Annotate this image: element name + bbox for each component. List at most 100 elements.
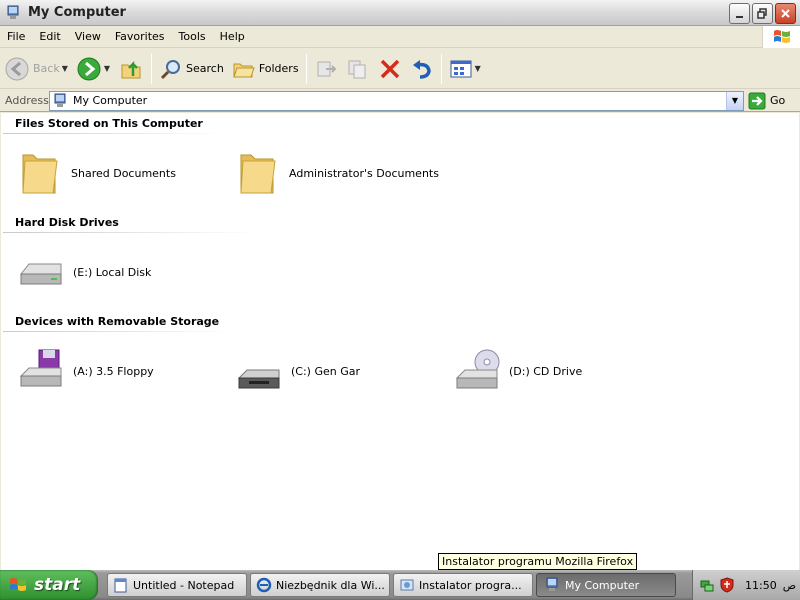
copy-to-button[interactable] xyxy=(342,52,374,86)
notepad-icon xyxy=(114,578,127,593)
search-label: Search xyxy=(186,62,224,75)
move-to-icon xyxy=(317,61,336,76)
file-list-pane[interactable]: Files Stored on This Computer Shared Doc… xyxy=(1,113,799,570)
floppy-drive-icon xyxy=(19,349,62,387)
minimize-button[interactable] xyxy=(729,3,750,24)
folder-icon xyxy=(240,154,276,194)
folders-icon xyxy=(233,63,255,77)
item-label: (D:) CD Drive xyxy=(509,364,583,378)
computer-icon xyxy=(7,5,19,19)
up-folder-button[interactable] xyxy=(114,52,148,86)
task-notepad[interactable]: Untitled - Notepad xyxy=(107,573,247,597)
back-dropdown-icon[interactable]: ▼ xyxy=(62,64,68,73)
toolbar-separator xyxy=(440,53,442,84)
address-bar: Address My Computer ▼ Go xyxy=(0,90,800,112)
group-title-files: Files Stored on This Computer xyxy=(15,117,203,130)
go-label: Go xyxy=(770,94,786,107)
internet-explorer-icon xyxy=(256,577,272,593)
group-divider xyxy=(3,133,223,134)
removable-drive-icon xyxy=(237,369,280,389)
forward-button[interactable]: ▼ xyxy=(72,52,114,86)
group-title-hard-disks: Hard Disk Drives xyxy=(15,216,119,229)
network-icon[interactable] xyxy=(699,577,715,593)
menu-favorites[interactable]: Favorites xyxy=(108,26,172,48)
views-icon xyxy=(450,60,472,77)
delete-x-icon xyxy=(380,59,399,78)
item-removable-c[interactable]: (C:) Gen Gar xyxy=(235,346,360,396)
task-label: Niezbędnik dla Wi... xyxy=(276,578,385,592)
item-label: Administrator's Documents xyxy=(289,166,439,180)
up-folder-icon xyxy=(121,60,141,78)
folders-button[interactable]: Folders xyxy=(228,52,303,86)
item-floppy-a[interactable]: (A:) 3.5 Floppy xyxy=(17,346,154,396)
task-firefox-installer[interactable]: Instalator progra... xyxy=(393,573,533,597)
menu-file[interactable]: File xyxy=(0,26,32,48)
folders-label: Folders xyxy=(258,62,299,75)
cd-drive-icon xyxy=(455,349,500,389)
toolbar-separator xyxy=(151,53,153,84)
group-title-removable: Devices with Removable Storage xyxy=(15,315,220,328)
start-label: start xyxy=(34,575,81,595)
taskbar: start Untitled - Notepad Niezbędnik dla … xyxy=(0,570,800,600)
group-divider xyxy=(3,331,235,332)
task-label: Untitled - Notepad xyxy=(133,578,235,592)
close-button[interactable] xyxy=(775,3,796,24)
search-button[interactable]: Search xyxy=(155,52,228,86)
folder-icon xyxy=(22,154,58,194)
address-input[interactable]: My Computer ▼ xyxy=(49,90,744,111)
item-label: (E:) Local Disk xyxy=(73,265,152,279)
address-label: Address xyxy=(5,94,49,107)
views-button[interactable]: ▼ xyxy=(445,52,485,86)
item-label: Shared Documents xyxy=(71,166,176,180)
computer-icon xyxy=(54,93,66,107)
copy-to-icon xyxy=(348,60,366,78)
title-bar[interactable]: My Computer xyxy=(0,0,800,26)
back-label: Back xyxy=(33,62,60,75)
item-label: (C:) Gen Gar xyxy=(291,364,361,378)
item-shared-documents[interactable]: Shared Documents xyxy=(17,148,176,198)
menu-bar: File Edit View Favorites Tools Help xyxy=(0,26,800,48)
hard-disk-icon xyxy=(19,263,62,285)
taskbar-tooltip: Instalator programu Mozilla Firefox xyxy=(438,553,638,570)
standard-toolbar: Back ▼ ▼ Search Folders ▼ xyxy=(0,49,800,89)
address-dropdown-button[interactable]: ▼ xyxy=(726,91,743,110)
item-administrators-documents[interactable]: Administrator's Documents xyxy=(235,148,439,198)
go-arrow-icon xyxy=(748,92,766,109)
chevron-down-icon: ▼ xyxy=(731,96,739,105)
item-local-disk-e[interactable]: (E:) Local Disk xyxy=(17,247,151,297)
forward-arrow-icon xyxy=(77,57,101,80)
back-button[interactable]: Back ▼ xyxy=(0,52,72,86)
window-title: My Computer xyxy=(28,5,126,20)
toolbar-separator xyxy=(305,53,307,84)
menu-help[interactable]: Help xyxy=(213,26,252,48)
item-label: (A:) 3.5 Floppy xyxy=(73,364,154,378)
system-tray: 11:50 ص xyxy=(692,570,800,600)
locale-indicator: ص xyxy=(782,578,797,592)
restore-icon xyxy=(757,8,767,19)
undo-button[interactable] xyxy=(406,52,438,86)
minimize-icon xyxy=(735,15,743,18)
windows-flag-icon xyxy=(773,30,790,43)
views-dropdown-icon[interactable]: ▼ xyxy=(475,64,481,73)
task-niezbednik[interactable]: Niezbędnik dla Wi... xyxy=(250,573,390,597)
delete-button[interactable] xyxy=(374,52,406,86)
undo-icon xyxy=(412,59,431,79)
task-my-computer[interactable]: My Computer xyxy=(536,573,676,597)
security-shield-icon[interactable] xyxy=(719,577,735,593)
menu-tools[interactable]: Tools xyxy=(172,26,213,48)
back-arrow-icon xyxy=(5,57,29,80)
forward-dropdown-icon[interactable]: ▼ xyxy=(104,64,110,73)
start-button[interactable]: start xyxy=(0,570,98,600)
search-icon xyxy=(160,59,181,79)
move-to-button[interactable] xyxy=(310,52,342,86)
menu-view[interactable]: View xyxy=(68,26,108,48)
go-button[interactable]: Go xyxy=(748,92,785,110)
item-cd-drive-d[interactable]: (D:) CD Drive xyxy=(453,346,582,396)
clock[interactable]: 11:50 xyxy=(745,579,777,592)
menu-edit[interactable]: Edit xyxy=(32,26,67,48)
installer-icon xyxy=(400,579,414,591)
close-icon xyxy=(781,9,790,18)
group-divider xyxy=(3,232,257,233)
windows-flag-icon xyxy=(10,578,26,591)
maximize-button[interactable] xyxy=(752,3,773,24)
